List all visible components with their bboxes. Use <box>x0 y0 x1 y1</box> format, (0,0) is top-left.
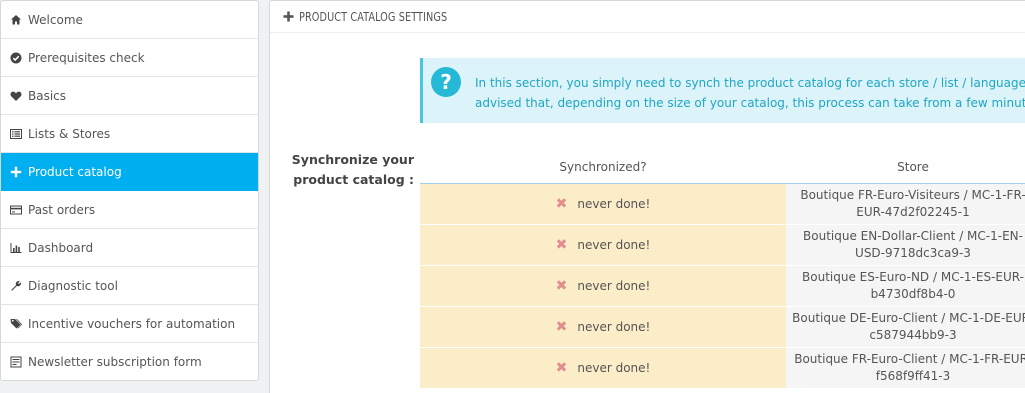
store-name-line: Boutique EN-Dollar-Client / MC-1-EN- <box>803 228 1023 243</box>
table-header-row: Synchronized? Store <box>420 151 1025 184</box>
sidebar-item-label: Basics <box>28 88 67 103</box>
store-cell: Boutique EN-Dollar-Client / MC-1-EN- USD-… <box>786 224 1025 266</box>
check-circle-icon <box>8 51 24 65</box>
sync-status-cell: ✖ never done! <box>420 265 786 307</box>
table-row: ✖ never done! Boutique ES-Euro-ND / MC-1-… <box>420 265 1025 307</box>
sync-status-cell: ✖ never done! <box>420 347 786 389</box>
panel-heading: PRODUCT CATALOG SETTINGS <box>270 1 1025 33</box>
store-cell: Boutique ES-Euro-ND / MC-1-ES-EUR-b4730d… <box>786 265 1025 307</box>
sidebar-item-label: Lists & Stores <box>28 126 111 141</box>
table-row: ✖ never done! Boutique EN-Dollar-Client /… <box>420 224 1025 266</box>
close-icon: ✖ <box>555 195 568 212</box>
close-icon: ✖ <box>555 277 568 294</box>
sidebar-item-past-orders[interactable]: Past orders <box>1 191 258 229</box>
list-icon <box>8 127 24 141</box>
sidebar-item-lists-stores[interactable]: Lists & Stores <box>1 115 258 153</box>
sync-status-text: never done! <box>577 278 651 293</box>
question-icon: ? <box>431 67 461 97</box>
table-row: ✖ never done! Boutique FR-Euro-Client / M… <box>420 347 1025 389</box>
sidebar-item-label: Prerequisites check <box>28 50 145 65</box>
info-alert: ? In this section, you simply need to sy… <box>420 58 1025 123</box>
store-name-line: Boutique DE-Euro-Client / MC-1-DE-EUR- <box>792 310 1025 325</box>
close-icon: ✖ <box>555 236 568 253</box>
heart-icon <box>8 89 24 103</box>
store-cell: Boutique FR-Euro-Client / MC-1-FR-EUR-f5… <box>786 347 1025 389</box>
store-name-line: f568f9ff41-3 <box>875 368 951 383</box>
home-icon <box>8 13 24 27</box>
sidebar-item-product-catalog[interactable]: Product catalog <box>1 153 258 191</box>
sidebar-item-dashboard[interactable]: Dashboard <box>1 229 258 267</box>
close-icon: ✖ <box>555 318 568 335</box>
plus-icon <box>8 165 24 179</box>
sidebar-item-newsletter-form[interactable]: Newsletter subscription form <box>1 343 258 380</box>
sync-status-cell: ✖ never done! <box>420 306 786 348</box>
sidebar-item-label: Dashboard <box>28 240 94 255</box>
sidebar-item-basics[interactable]: Basics <box>1 77 258 115</box>
store-name-line: Boutique FR-Euro-Client / MC-1-FR-EUR- <box>794 351 1025 366</box>
column-header-store: Store <box>786 151 1025 184</box>
form-label-line: Synchronize your <box>291 152 414 167</box>
sync-status-text: never done! <box>577 196 651 211</box>
column-header-synchronized: Synchronized? <box>420 151 786 184</box>
store-name-line: USD-9718dc3ca9-3 <box>855 245 971 260</box>
sidebar-item-label: Past orders <box>28 202 96 217</box>
panel-title: PRODUCT CATALOG SETTINGS <box>299 9 448 24</box>
store-name-line: b4730df8b4-0 <box>870 286 956 301</box>
sidebar-nav: Welcome Prerequisites check Basics Lists… <box>0 0 259 381</box>
sidebar-item-label: Diagnostic tool <box>28 278 118 293</box>
tags-icon <box>8 317 24 331</box>
credit-card-icon <box>8 203 24 217</box>
sync-status-cell: ✖ never done! <box>420 183 786 225</box>
store-cell: Boutique FR-Euro-Visiteurs / MC-1-FR- EUR… <box>786 183 1025 225</box>
sync-table: Synchronized? Store ✖ never done! Boutiqu… <box>420 151 1025 389</box>
bar-chart-icon <box>8 241 24 255</box>
store-name-line: Boutique ES-Euro-ND / MC-1-ES-EUR- <box>802 269 1024 284</box>
store-cell: Boutique DE-Euro-Client / MC-1-DE-EUR-c5… <box>786 306 1025 348</box>
sidebar-item-welcome[interactable]: Welcome <box>1 1 258 39</box>
form-label-line: product catalog : <box>293 172 414 187</box>
table-row: ✖ never done! Boutique FR-Euro-Visiteurs … <box>420 183 1025 225</box>
sync-catalog-label: Synchronize your product catalog : <box>288 150 414 190</box>
sidebar-item-label: Newsletter subscription form <box>28 355 202 369</box>
sync-status-text: never done! <box>577 319 651 334</box>
plus-icon <box>283 10 295 23</box>
store-name-line: c587944bb9-3 <box>869 327 957 342</box>
sidebar-item-label: Product catalog <box>28 164 122 179</box>
alert-text: In this section, you simply need to sync… <box>475 73 1025 113</box>
sidebar-item-label: Welcome <box>28 12 83 27</box>
store-name-line: EUR-47d2f02245-1 <box>856 204 970 219</box>
sync-status-text: never done! <box>577 360 651 375</box>
sync-status-text: never done! <box>577 237 651 252</box>
store-name-line: Boutique FR-Euro-Visiteurs / MC-1-FR- <box>800 187 1025 202</box>
sidebar-item-prerequisites[interactable]: Prerequisites check <box>1 39 258 77</box>
sidebar-item-diagnostic-tool[interactable]: Diagnostic tool <box>1 267 258 305</box>
alert-text-line: In this section, you simply need to sync… <box>475 76 1025 90</box>
sidebar-item-incentive-vouchers[interactable]: Incentive vouchers for automation <box>1 305 258 343</box>
product-catalog-panel: PRODUCT CATALOG SETTINGS ? In this secti… <box>269 0 1025 393</box>
wrench-icon <box>8 279 24 293</box>
sidebar-item-label: Incentive vouchers for automation <box>28 316 236 331</box>
close-icon: ✖ <box>555 359 568 376</box>
table-row: ✖ never done! Boutique DE-Euro-Client / M… <box>420 306 1025 348</box>
alert-text-line: advised that, depending on the size of y… <box>475 96 1025 110</box>
form-icon <box>8 355 24 369</box>
sync-status-cell: ✖ never done! <box>420 224 786 266</box>
